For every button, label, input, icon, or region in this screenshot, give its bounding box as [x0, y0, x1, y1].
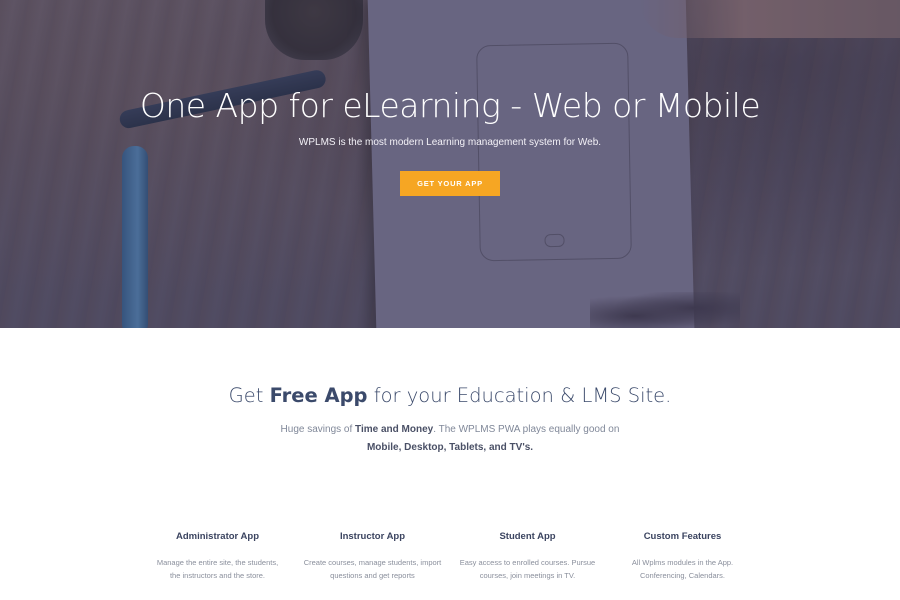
hero-overlay: [0, 0, 900, 328]
feature-desc-line: Conferencing, Calendars.: [639, 570, 726, 580]
feature-description: Create courses, manage students, import q…: [295, 557, 450, 582]
feature-description: All Wplms modules in the App. Conferencin…: [605, 557, 760, 582]
feature-title: Student App: [499, 531, 556, 542]
section-description: Huge savings of Time and Money. The WPLM…: [0, 421, 900, 457]
feature-student-app: Student App Easy access to enrolled cour…: [450, 531, 605, 582]
feature-title: Instructor App: [339, 531, 406, 542]
feature-administrator-app: Administrator App Manage the entire site…: [140, 531, 295, 582]
feature-title: Custom Features: [643, 531, 722, 542]
feature-desc-line: Easy access to enrolled courses. Pursue: [459, 558, 596, 567]
features-row: Administrator App Manage the entire site…: [140, 531, 760, 582]
desc-suffix: . The WPLMS PWA plays equally good on: [433, 424, 620, 435]
desc-prefix: Huge savings of: [280, 424, 356, 435]
feature-desc-line: the instructors and the store.: [169, 570, 266, 580]
desc-highlight-time-money: Time and Money: [355, 424, 434, 435]
hero-subtitle: WPLMS is the most modern Learning manage…: [298, 137, 602, 148]
hero-banner: One App for eLearning - Web or Mobile WP…: [0, 0, 900, 328]
feature-instructor-app: Instructor App Create courses, manage st…: [295, 531, 450, 582]
section-title-prefix: Get: [228, 384, 270, 407]
feature-desc-line: Manage the entire site, the students,: [156, 558, 279, 567]
section-title-suffix: for your Education & LMS Site.: [367, 384, 672, 407]
section-title-highlight: Free App: [269, 384, 368, 407]
feature-description: Easy access to enrolled courses. Pursue c…: [450, 557, 605, 582]
feature-title: Administrator App: [175, 531, 260, 542]
feature-desc-line: courses, join meetings in TV.: [479, 570, 576, 580]
feature-desc-line: questions and get reports: [330, 570, 415, 580]
section-title: Get Free App for your Education & LMS Si…: [0, 384, 900, 407]
get-your-app-button[interactable]: GET YOUR APP: [400, 171, 500, 196]
feature-description: Manage the entire site, the students, the…: [140, 557, 295, 582]
feature-custom-features: Custom Features All Wplms modules in the…: [605, 531, 760, 582]
hero-title: One App for eLearning - Web or Mobile: [139, 86, 761, 125]
feature-desc-line: All Wplms modules in the App.: [631, 558, 734, 567]
feature-desc-line: Create courses, manage students, import: [303, 558, 442, 567]
desc-highlight-devices: Mobile, Desktop, Tablets, and TV's.: [366, 442, 534, 453]
